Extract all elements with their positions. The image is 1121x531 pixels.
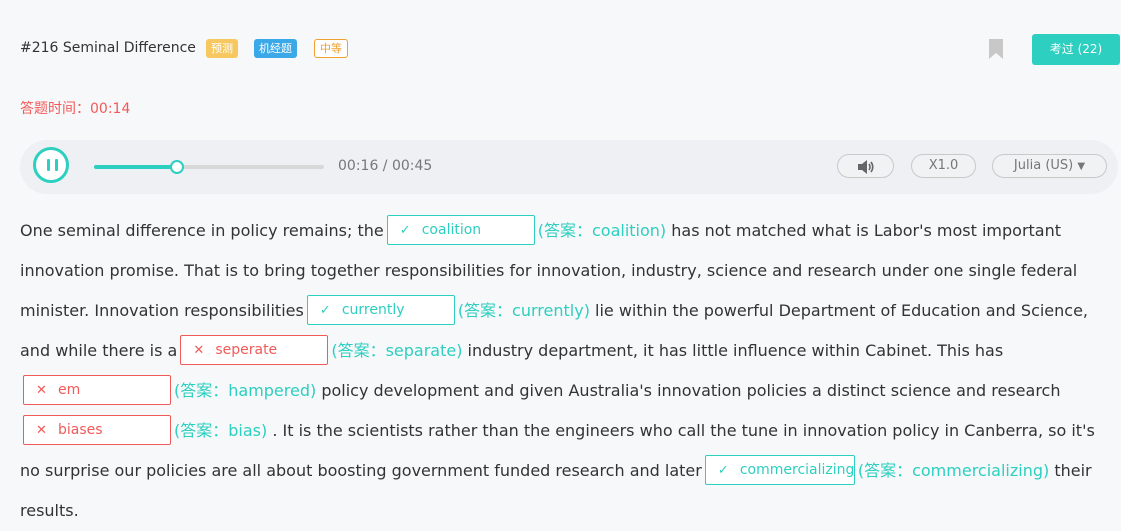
timer-value: 00:14 — [90, 101, 131, 117]
cross-icon: ✕ — [36, 422, 47, 438]
correct-answer: (答案：currently) — [457, 301, 590, 320]
blank-value: seperate — [215, 341, 278, 358]
blank-value: em — [58, 381, 81, 398]
tag-difficulty: 中等 — [314, 39, 348, 58]
answer-blank-4[interactable]: ✕ em — [23, 374, 171, 405]
correct-answer: (答案：hampered) — [174, 381, 317, 400]
playback-time: 00:16 / 00:45 — [338, 158, 433, 174]
check-icon: ✓ — [717, 462, 729, 478]
exam-count-button[interactable]: 考过 (22) — [1032, 34, 1120, 65]
answer-blank-6[interactable]: ✓ commercializing — [704, 454, 855, 485]
tag-predict: 预测 — [206, 39, 238, 58]
blank-value: currently — [341, 301, 405, 318]
progress-track[interactable] — [94, 160, 324, 174]
passage-text: One seminal difference in policy remains… — [20, 211, 1118, 531]
audio-player: 00:16 / 00:45 X1.0 Julia (US) ▼ — [20, 140, 1118, 194]
blank-value: coalition — [421, 221, 482, 238]
passage-segment: industry department, it has little influ… — [462, 341, 1004, 360]
correct-answer: (答案：coalition) — [537, 221, 667, 240]
answer-blank-5[interactable]: ✕ biases — [23, 414, 171, 445]
cross-icon: ✕ — [193, 342, 205, 358]
cross-icon: ✕ — [36, 382, 47, 398]
answer-blank-2[interactable]: ✓ currently — [306, 294, 455, 325]
correct-answer: (答案：commercializing) — [857, 461, 1050, 480]
caret-down-icon: ▼ — [1077, 161, 1086, 172]
bookmark-icon[interactable] — [988, 38, 1004, 60]
pause-icon — [47, 159, 50, 171]
answer-timer: 答题时间：00:14 — [20, 98, 130, 118]
question-title: #216 Seminal Difference — [20, 40, 196, 56]
correct-answer: (答案：separate) — [331, 341, 463, 360]
progress-handle[interactable] — [169, 160, 184, 174]
volume-button[interactable] — [837, 154, 894, 178]
pause-button[interactable] — [33, 147, 69, 183]
question-header: #216 Seminal Difference 预测 机经题 中等 考过 (22… — [20, 34, 1120, 66]
timer-label: 答题时间： — [20, 101, 90, 117]
speed-button[interactable]: X1.0 — [911, 154, 976, 178]
passage-segment: One seminal difference in policy remains… — [20, 221, 384, 240]
check-icon: ✓ — [319, 302, 331, 318]
correct-answer: (答案：bias) — [174, 421, 268, 440]
blank-value: biases — [58, 421, 103, 438]
pause-icon-bar — [55, 159, 58, 171]
progress-fill — [94, 165, 177, 169]
voice-select[interactable]: Julia (US) ▼ — [992, 154, 1107, 178]
voice-label: Julia (US) — [1013, 158, 1074, 173]
speaker-icon — [857, 160, 874, 174]
check-icon: ✓ — [399, 222, 411, 238]
passage-segment: policy development and given Australia's… — [316, 381, 1061, 400]
answer-blank-1[interactable]: ✓ coalition — [386, 214, 535, 245]
answer-blank-3[interactable]: ✕ seperate — [180, 334, 329, 365]
tag-jijing: 机经题 — [254, 39, 297, 58]
blank-value: commercializing — [739, 461, 855, 478]
